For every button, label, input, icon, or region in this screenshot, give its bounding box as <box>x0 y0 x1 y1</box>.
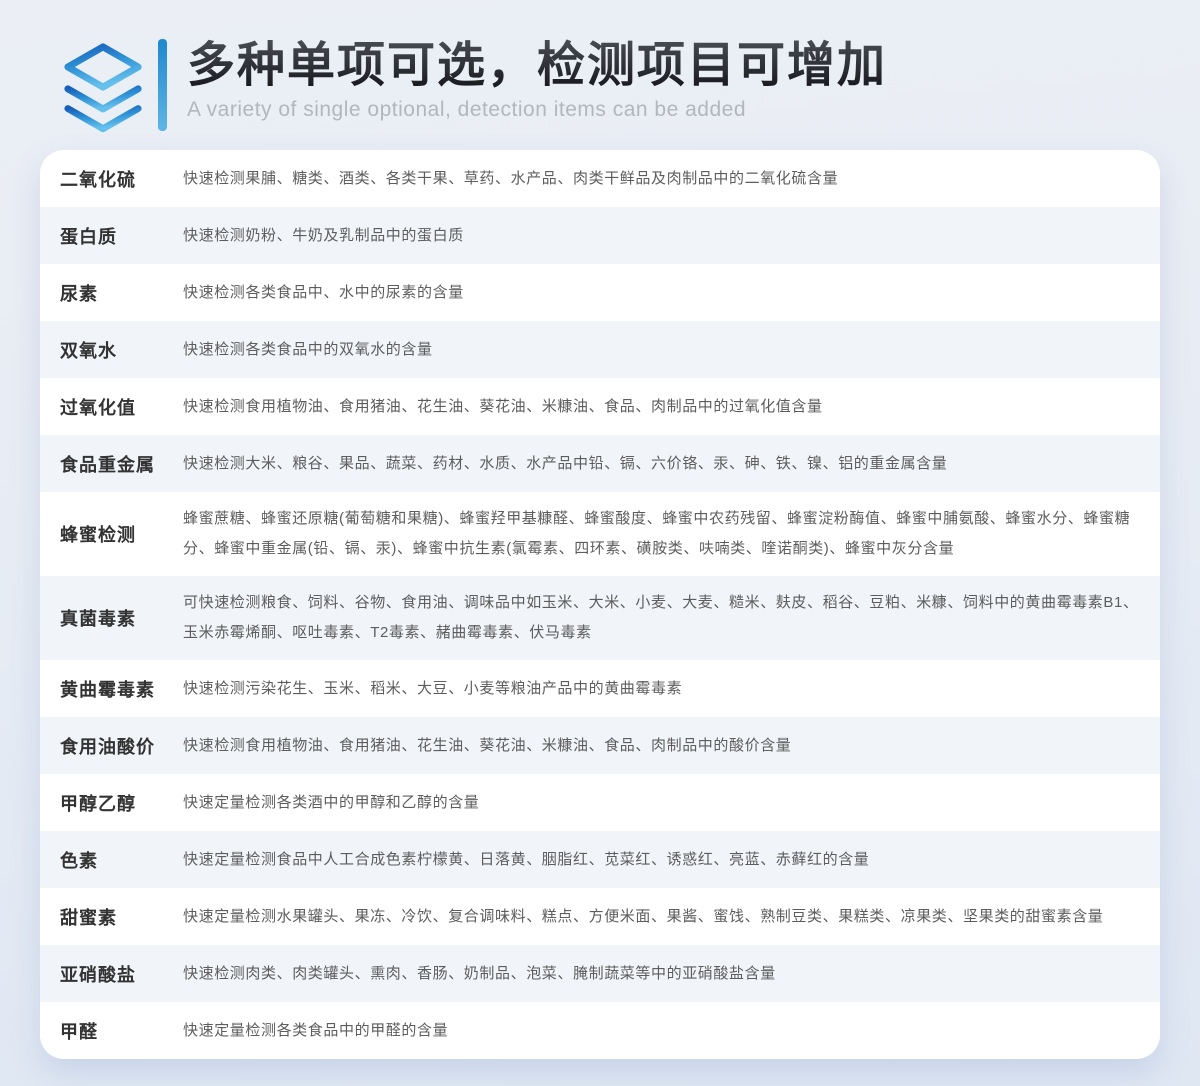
table-row: 蛋白质 快速检测奶粉、牛奶及乳制品中的蛋白质 <box>40 207 1160 264</box>
table-row: 亚硝酸盐 快速检测肉类、肉类罐头、熏肉、香肠、奶制品、泡菜、腌制蔬菜等中的亚硝酸… <box>40 945 1160 1002</box>
table-row: 黄曲霉毒素 快速检测污染花生、玉米、稻米、大豆、小麦等粮油产品中的黄曲霉毒素 <box>40 660 1160 717</box>
page-header: 多种单项可选，检测项目可增加 A variety of single optio… <box>0 0 1200 138</box>
table-row: 尿素 快速检测各类食品中、水中的尿素的含量 <box>40 264 1160 321</box>
item-description: 快速检测果脯、糖类、酒类、各类干果、草药、水产品、肉类干鲜品及肉制品中的二氧化硫… <box>183 152 1140 206</box>
item-description: 快速检测肉类、肉类罐头、熏肉、香肠、奶制品、泡菜、腌制蔬菜等中的亚硝酸盐含量 <box>183 947 1140 1001</box>
item-name: 甲醇乙醇 <box>60 790 183 816</box>
page-subtitle: A variety of single optional, detection … <box>187 97 887 123</box>
item-description: 快速检测污染花生、玉米、稻米、大豆、小麦等粮油产品中的黄曲霉毒素 <box>183 662 1140 716</box>
item-description: 快速定量检测各类酒中的甲醇和乙醇的含量 <box>183 776 1140 830</box>
item-description: 快速检测大米、粮谷、果品、蔬菜、药材、水质、水产品中铅、镉、六价铬、汞、砷、铁、… <box>183 437 1140 491</box>
item-description: 快速检测各类食品中、水中的尿素的含量 <box>183 266 1140 320</box>
item-description: 快速检测食用植物油、食用猪油、花生油、葵花油、米糠油、食品、肉制品中的酸价含量 <box>183 719 1140 773</box>
item-description: 快速检测奶粉、牛奶及乳制品中的蛋白质 <box>183 209 1140 263</box>
item-description: 快速定量检测各类食品中的甲醛的含量 <box>183 1004 1140 1058</box>
item-name: 二氧化硫 <box>60 166 183 192</box>
item-description: 快速定量检测水果罐头、果冻、冷饮、复合调味料、糕点、方便米面、果酱、蜜饯、熟制豆… <box>183 890 1140 944</box>
item-name: 甜蜜素 <box>60 904 183 930</box>
item-name: 双氧水 <box>60 337 183 363</box>
item-name: 黄曲霉毒素 <box>60 676 183 702</box>
title-accent-bar <box>158 39 167 131</box>
table-row: 色素 快速定量检测食品中人工合成色素柠檬黄、日落黄、胭脂红、苋菜红、诱惑红、亮蓝… <box>40 831 1160 888</box>
item-name: 过氧化值 <box>60 394 183 420</box>
item-name: 甲醛 <box>60 1018 183 1044</box>
item-description: 快速定量检测食品中人工合成色素柠檬黄、日落黄、胭脂红、苋菜红、诱惑红、亮蓝、赤藓… <box>183 833 1140 887</box>
table-row: 真菌毒素 可快速检测粮食、饲料、谷物、食用油、调味品中如玉米、大米、小麦、大麦、… <box>40 576 1160 660</box>
page-title: 多种单项可选，检测项目可增加 <box>187 38 887 94</box>
detection-items-card: 二氧化硫 快速检测果脯、糖类、酒类、各类干果、草药、水产品、肉类干鲜品及肉制品中… <box>40 150 1160 1059</box>
table-row: 二氧化硫 快速检测果脯、糖类、酒类、各类干果、草药、水产品、肉类干鲜品及肉制品中… <box>40 150 1160 207</box>
table-row: 甜蜜素 快速定量检测水果罐头、果冻、冷饮、复合调味料、糕点、方便米面、果酱、蜜饯… <box>40 888 1160 945</box>
table-row: 甲醛 快速定量检测各类食品中的甲醛的含量 <box>40 1002 1160 1059</box>
item-name: 蜂蜜检测 <box>60 521 183 547</box>
table-row: 食用油酸价 快速检测食用植物油、食用猪油、花生油、葵花油、米糠油、食品、肉制品中… <box>40 717 1160 774</box>
item-name: 真菌毒素 <box>60 605 183 631</box>
item-name: 食用油酸价 <box>60 733 183 759</box>
table-row: 食品重金属 快速检测大米、粮谷、果品、蔬菜、药材、水质、水产品中铅、镉、六价铬、… <box>40 435 1160 492</box>
item-description: 快速检测食用植物油、食用猪油、花生油、葵花油、米糠油、食品、肉制品中的过氧化值含… <box>183 380 1140 434</box>
item-name: 色素 <box>60 847 183 873</box>
item-description: 快速检测各类食品中的双氧水的含量 <box>183 323 1140 377</box>
table-row: 蜂蜜检测 蜂蜜蔗糖、蜂蜜还原糖(葡萄糖和果糖)、蜂蜜羟甲基糠醛、蜂蜜酸度、蜂蜜中… <box>40 492 1160 576</box>
item-description: 蜂蜜蔗糖、蜂蜜还原糖(葡萄糖和果糖)、蜂蜜羟甲基糠醛、蜂蜜酸度、蜂蜜中农药残留、… <box>183 492 1140 576</box>
item-name: 尿素 <box>60 280 183 306</box>
table-row: 甲醇乙醇 快速定量检测各类酒中的甲醇和乙醇的含量 <box>40 774 1160 831</box>
item-name: 食品重金属 <box>60 451 183 477</box>
item-description: 可快速检测粮食、饲料、谷物、食用油、调味品中如玉米、大米、小麦、大麦、糙米、麸皮… <box>183 576 1140 660</box>
title-block: 多种单项可选，检测项目可增加 A variety of single optio… <box>187 38 887 123</box>
item-name: 亚硝酸盐 <box>60 961 183 987</box>
table-row: 过氧化值 快速检测食用植物油、食用猪油、花生油、葵花油、米糠油、食品、肉制品中的… <box>40 378 1160 435</box>
item-name: 蛋白质 <box>60 223 183 249</box>
layers-icon <box>60 40 146 136</box>
table-row: 双氧水 快速检测各类食品中的双氧水的含量 <box>40 321 1160 378</box>
